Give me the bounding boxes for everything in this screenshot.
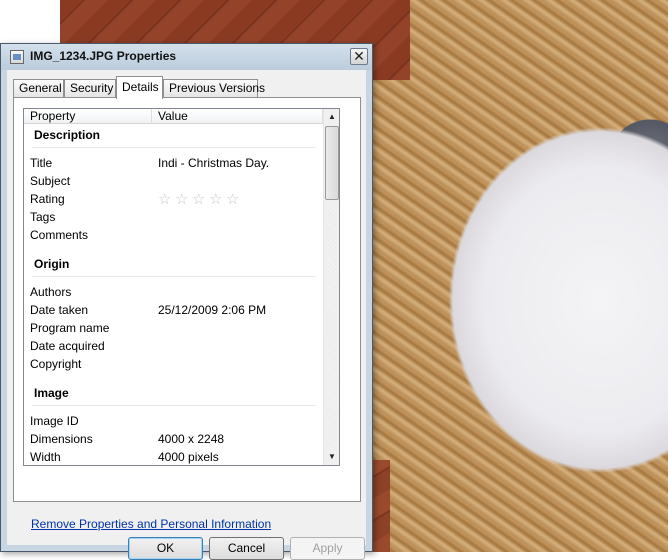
property-name: Comments bbox=[30, 228, 89, 242]
property-name: Date taken bbox=[30, 303, 89, 317]
tab-general[interactable]: General bbox=[13, 79, 64, 98]
cancel-button[interactable]: Cancel bbox=[209, 537, 284, 560]
scroll-thumb[interactable] bbox=[325, 126, 339, 200]
dialog-client-area: General Security Details Previous Versio… bbox=[7, 70, 366, 560]
group-header-origin: Origin bbox=[34, 257, 70, 271]
ok-button[interactable]: OK bbox=[128, 537, 203, 560]
list-header: Property Value bbox=[24, 109, 323, 124]
tab-security[interactable]: Security bbox=[64, 79, 116, 98]
properties-dialog: IMG_1234.JPG Properties ✕ General Securi… bbox=[0, 43, 373, 560]
property-name: Date acquired bbox=[30, 339, 105, 353]
vertical-scrollbar[interactable]: ▲ ▼ bbox=[323, 109, 339, 465]
rating-stars[interactable]: ☆ ☆ ☆ ☆ ☆ bbox=[158, 192, 243, 208]
apply-button[interactable]: Apply bbox=[290, 537, 365, 560]
group-divider bbox=[32, 147, 316, 148]
scroll-up-icon[interactable]: ▲ bbox=[324, 109, 339, 125]
property-name: Image ID bbox=[30, 414, 79, 428]
group-header-description: Description bbox=[34, 128, 101, 142]
property-value[interactable]: 25/12/2009 2:06 PM bbox=[158, 303, 266, 317]
star-icon[interactable]: ☆ bbox=[192, 192, 209, 208]
property-name: Dimensions bbox=[30, 432, 93, 446]
star-icon[interactable]: ☆ bbox=[226, 192, 243, 208]
property-name: Width bbox=[30, 450, 61, 464]
file-image-icon bbox=[10, 50, 24, 64]
scroll-down-icon[interactable]: ▼ bbox=[324, 449, 339, 465]
group-header-image: Image bbox=[34, 386, 69, 400]
group-divider bbox=[32, 405, 316, 406]
property-name: Rating bbox=[30, 192, 65, 206]
tab-previous-versions[interactable]: Previous Versions bbox=[163, 79, 265, 98]
list-body: Description Title Indi - Christmas Day. … bbox=[24, 124, 323, 465]
group-divider bbox=[32, 276, 316, 277]
property-name: Subject bbox=[30, 174, 71, 188]
close-button[interactable]: ✕ bbox=[350, 48, 368, 65]
property-value[interactable]: Indi - Christmas Day. bbox=[158, 156, 269, 170]
star-icon[interactable]: ☆ bbox=[209, 192, 226, 208]
property-name: Tags bbox=[30, 210, 56, 224]
column-header-value[interactable]: Value bbox=[152, 109, 323, 124]
properties-list[interactable]: Property Value Description Title Indi - … bbox=[23, 108, 340, 466]
title-bar[interactable]: IMG_1234.JPG Properties ✕ bbox=[1, 44, 372, 70]
property-name: Authors bbox=[30, 285, 72, 299]
property-name: Title bbox=[30, 156, 53, 170]
property-value[interactable]: 4000 x 2248 bbox=[158, 432, 224, 446]
property-name: Program name bbox=[30, 321, 110, 335]
scroll-track[interactable] bbox=[325, 201, 339, 447]
property-value[interactable]: 4000 pixels bbox=[158, 450, 219, 464]
star-icon[interactable]: ☆ bbox=[158, 192, 175, 208]
remove-properties-link[interactable]: Remove Properties and Personal Informati… bbox=[31, 517, 271, 531]
property-name: Copyright bbox=[30, 357, 82, 371]
column-header-property[interactable]: Property bbox=[24, 109, 152, 124]
tab-details[interactable]: Details bbox=[116, 76, 163, 99]
star-icon[interactable]: ☆ bbox=[175, 192, 192, 208]
window-title: IMG_1234.JPG Properties bbox=[30, 49, 177, 63]
